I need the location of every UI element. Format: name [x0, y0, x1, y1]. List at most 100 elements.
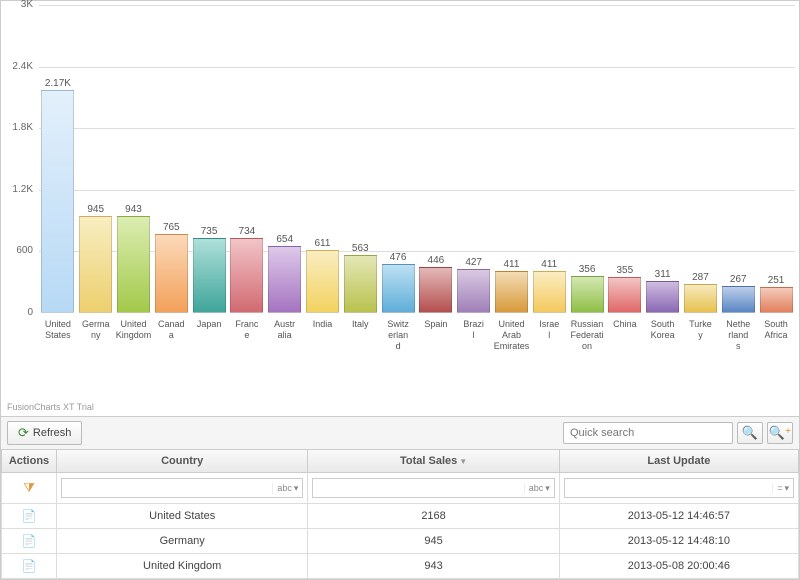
bar-slot: 735 — [191, 5, 227, 313]
header-actions[interactable]: Actions — [2, 450, 57, 473]
chart-bars: 2.17K94594376573573465461156347644642741… — [39, 5, 795, 313]
row-actions[interactable]: 📄 — [2, 504, 57, 529]
bar-value-label: 427 — [465, 257, 482, 268]
cell-updated: 2013-05-08 20:00:46 — [559, 554, 798, 579]
bar[interactable] — [684, 284, 717, 313]
bar-value-label: 943 — [125, 204, 142, 215]
filter-row: ⧩ abc ▾ abc ▾ = ▾ — [2, 473, 799, 504]
bar-slot: 251 — [758, 5, 794, 313]
filter-country-cell: abc ▾ — [57, 473, 308, 504]
bar-slot: 654 — [267, 5, 303, 313]
cell-updated: 2013-05-12 14:48:10 — [559, 529, 798, 554]
bar[interactable] — [155, 234, 188, 313]
search-icon: 🔍 — [742, 425, 758, 441]
grid-body: 📄United States21682013-05-12 14:46:57📄Ge… — [2, 504, 799, 579]
filter-type-op[interactable]: = ▾ — [772, 483, 793, 494]
bar[interactable] — [193, 238, 226, 313]
filter-updated-cell: = ▾ — [559, 473, 798, 504]
bar-slot: 611 — [305, 5, 341, 313]
bar-slot: 427 — [456, 5, 492, 313]
advanced-search-button[interactable]: 🔍⁺ — [767, 422, 793, 444]
bar[interactable] — [79, 216, 112, 313]
x-category-label: UnitedKingdom — [115, 317, 153, 395]
x-category-label: Germany — [77, 317, 115, 395]
refresh-button-label: Refresh — [33, 427, 72, 439]
bar-value-label: 611 — [315, 238, 331, 249]
filter-sales-input[interactable] — [313, 479, 523, 497]
bar-slot: 411 — [494, 5, 530, 313]
bar-value-label: 654 — [276, 234, 293, 245]
bar[interactable] — [457, 269, 490, 313]
bar[interactable] — [608, 277, 641, 313]
cell-country: Germany — [57, 529, 308, 554]
header-country[interactable]: Country — [57, 450, 308, 473]
bar[interactable] — [382, 264, 415, 313]
row-actions[interactable]: 📄 — [2, 529, 57, 554]
x-category-label: UnitedStates — [39, 317, 77, 395]
bar-value-label: 563 — [352, 243, 369, 254]
bar[interactable] — [117, 216, 150, 313]
quick-search-input[interactable] — [563, 422, 733, 444]
x-category-label: Switzerland — [379, 317, 417, 395]
search-button[interactable]: 🔍 — [737, 422, 763, 444]
bar-value-label: 765 — [163, 222, 180, 233]
cell-updated: 2013-05-12 14:46:57 — [559, 504, 798, 529]
bar[interactable] — [495, 271, 528, 313]
bar-value-label: 251 — [768, 275, 785, 286]
table-row[interactable]: 📄United Kingdom9432013-05-08 20:00:46 — [2, 554, 799, 579]
x-category-label: Spain — [417, 317, 455, 395]
bar-slot: 476 — [380, 5, 416, 313]
bar-slot: 311 — [645, 5, 681, 313]
bar-value-label: 311 — [655, 269, 671, 280]
bar-value-label: 476 — [390, 252, 407, 263]
bar-slot: 446 — [418, 5, 454, 313]
filter-country-input[interactable] — [62, 479, 272, 497]
row-details-icon: 📄 — [22, 534, 37, 548]
filter-sales-cell: abc ▾ — [308, 473, 559, 504]
bar[interactable] — [533, 271, 566, 313]
refresh-button[interactable]: ⟳ Refresh — [7, 421, 82, 445]
bar[interactable] — [419, 267, 452, 313]
cell-sales: 945 — [308, 529, 559, 554]
bar[interactable] — [41, 90, 74, 313]
bar-slot: 267 — [720, 5, 756, 313]
header-total-sales[interactable]: Total Sales▼ — [308, 450, 559, 473]
bar[interactable] — [344, 255, 377, 313]
bar[interactable] — [230, 238, 263, 313]
bar[interactable] — [722, 286, 755, 313]
bar-value-label: 287 — [692, 272, 709, 283]
bar[interactable] — [760, 287, 793, 313]
y-tick: 600 — [3, 245, 33, 256]
sort-desc-icon: ▼ — [459, 457, 467, 466]
x-category-label: Turkey — [682, 317, 720, 395]
filter-updated-input[interactable] — [565, 479, 772, 497]
toolbar: ⟳ Refresh 🔍 🔍⁺ — [1, 416, 799, 450]
bar-value-label: 411 — [541, 259, 557, 270]
x-category-label: Netherlands — [719, 317, 757, 395]
x-category-label: China — [606, 317, 644, 395]
chart-watermark: FusionCharts XT Trial — [7, 402, 94, 412]
filter-type-text[interactable]: abc ▾ — [524, 483, 554, 494]
advanced-search-icon: 🔍⁺ — [768, 425, 791, 441]
bar[interactable] — [268, 246, 301, 313]
refresh-icon: ⟳ — [18, 425, 29, 441]
row-actions[interactable]: 📄 — [2, 554, 57, 579]
x-category-label: Italy — [341, 317, 379, 395]
x-category-label: Canada — [152, 317, 190, 395]
x-category-label: SouthKorea — [644, 317, 682, 395]
y-tick: 1.8K — [3, 122, 33, 133]
table-row[interactable]: 📄 Germany9452013-05-12 14:48:10 — [2, 529, 799, 554]
bar[interactable] — [646, 281, 679, 313]
filter-type-text[interactable]: abc ▾ — [272, 483, 302, 494]
header-last-update[interactable]: Last Update — [559, 450, 798, 473]
filter-actions-cell: ⧩ — [2, 473, 57, 504]
bar[interactable] — [306, 250, 339, 313]
x-axis-labels: UnitedStatesGermanyUnitedKingdomCanadaJa… — [39, 317, 795, 395]
cell-sales: 2168 — [308, 504, 559, 529]
bar[interactable] — [571, 276, 604, 313]
y-tick: 1.2K — [3, 184, 33, 195]
table-row[interactable]: 📄United States21682013-05-12 14:46:57 — [2, 504, 799, 529]
bar-value-label: 735 — [201, 226, 218, 237]
funnel-icon[interactable]: ⧩ — [23, 480, 35, 495]
x-category-label: Japan — [190, 317, 228, 395]
